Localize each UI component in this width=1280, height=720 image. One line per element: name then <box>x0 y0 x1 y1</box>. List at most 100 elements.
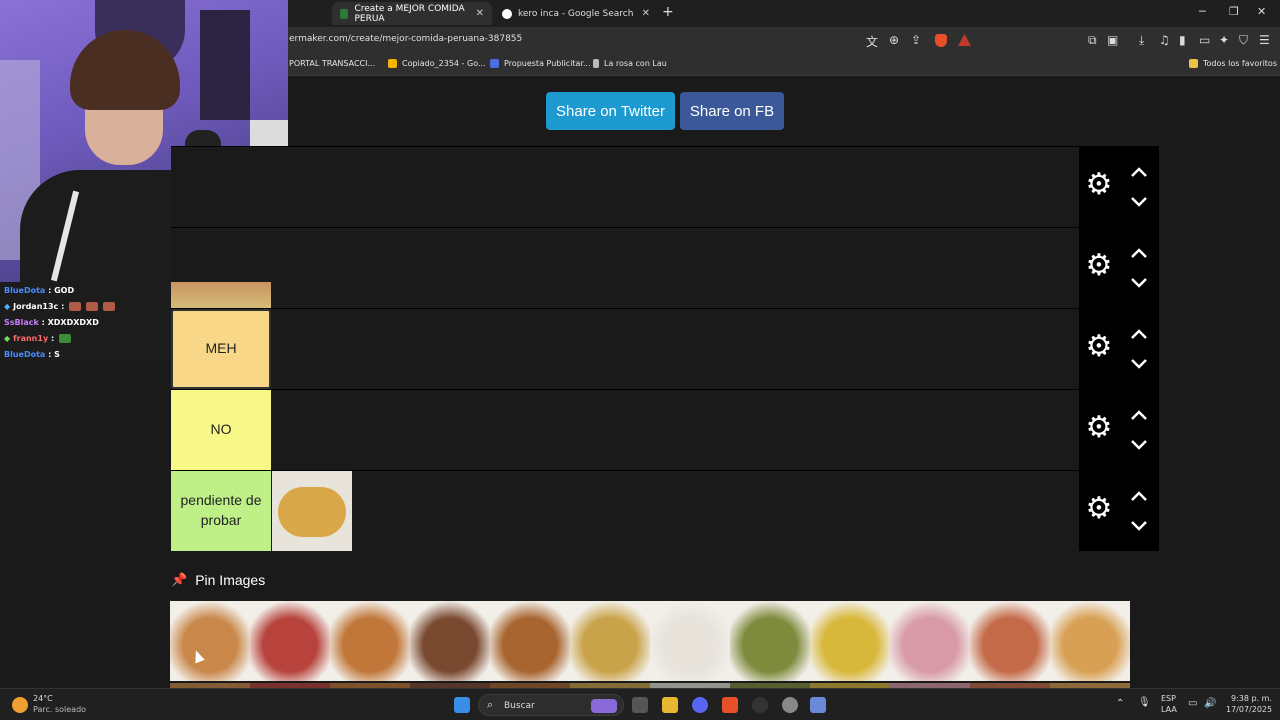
chat-message: ◆ frann1y : <box>4 334 72 343</box>
brave-taskbar-icon[interactable] <box>722 697 738 713</box>
weather-sun-icon[interactable] <box>12 697 28 713</box>
dragging-tier-ghost <box>171 282 271 308</box>
pool-food-image[interactable] <box>970 601 1050 681</box>
move-down-chevron-icon[interactable] <box>1129 276 1149 290</box>
network-icon[interactable]: ▭ <box>1188 698 1197 709</box>
tier-label[interactable]: NO <box>171 390 271 470</box>
obs-icon[interactable] <box>752 697 768 713</box>
drive-icon <box>388 59 397 68</box>
weather-temp[interactable]: 24°C <box>33 694 53 703</box>
tier-label[interactable] <box>171 147 271 227</box>
weather-desc[interactable]: Parc. soleado <box>33 705 86 714</box>
tiermaker-favicon-icon <box>340 8 349 19</box>
move-up-chevron-icon[interactable] <box>1129 246 1149 260</box>
tab-google[interactable]: kero inca - Google Search ✕ <box>494 2 658 25</box>
pool-food-image[interactable] <box>330 601 410 681</box>
pool-food-image[interactable] <box>890 601 970 681</box>
file-explorer-icon[interactable] <box>662 697 678 713</box>
pool-food-image[interactable] <box>490 601 570 681</box>
pool-food-image[interactable] <box>650 601 730 681</box>
close-window-icon[interactable]: ✕ <box>1257 5 1266 18</box>
brave-shields-icon[interactable] <box>935 34 947 47</box>
move-up-chevron-icon[interactable] <box>1129 165 1149 179</box>
task-view-icon[interactable] <box>632 697 648 713</box>
tab-title: kero inca - Google Search <box>518 8 634 19</box>
windows-start-icon[interactable] <box>454 697 470 713</box>
music-icon[interactable]: ♫ <box>1159 33 1170 47</box>
all-bookmarks[interactable]: Todos los favoritos <box>1189 59 1277 68</box>
pool-food-image[interactable] <box>170 601 250 681</box>
pool-food-image[interactable] <box>730 601 810 681</box>
minimize-icon[interactable]: ─ <box>1199 5 1206 18</box>
emote-icon <box>69 302 82 311</box>
emote-icon <box>86 302 99 311</box>
vpn-icon[interactable]: ⛉ <box>1239 33 1248 48</box>
taskbar-search[interactable]: ⌕ Buscar <box>478 694 624 716</box>
tray-chevron-icon[interactable]: ⌃ <box>1116 698 1124 709</box>
pool-food-image[interactable] <box>810 601 890 681</box>
close-tab-icon[interactable]: ✕ <box>642 8 650 19</box>
tier-row-no: NO ⚙ <box>171 389 1159 470</box>
bookmark-item[interactable]: PORTAL TRANSACCI... <box>289 59 375 68</box>
download-icon[interactable]: ⤓ <box>1139 33 1144 48</box>
move-down-chevron-icon[interactable] <box>1129 519 1149 533</box>
sidebar-icon[interactable]: ▮ <box>1179 33 1186 47</box>
tab-active[interactable]: Create a MEJOR COMIDA PERUA ✕ <box>332 2 492 25</box>
clock-time[interactable]: 9:38 p. m. <box>1231 694 1272 703</box>
brave-rewards-icon[interactable] <box>958 34 971 46</box>
move-down-chevron-icon[interactable] <box>1129 438 1149 452</box>
pin-images-heading: 📌 Pin Images <box>171 572 266 588</box>
tier-settings-gear-icon[interactable]: ⚙ <box>1085 413 1113 443</box>
screenshot-icon[interactable]: ▣ <box>1107 33 1118 47</box>
pool-food-image[interactable] <box>410 601 490 681</box>
tier-controls: ⚙ <box>1079 471 1159 551</box>
clock-date[interactable]: 17/07/2025 <box>1226 705 1272 714</box>
zoom-icon[interactable]: ⊕ <box>889 33 899 47</box>
tier-settings-gear-icon[interactable]: ⚙ <box>1085 494 1113 524</box>
app-icon[interactable] <box>782 697 798 713</box>
translate-icon[interactable]: 文 <box>866 33 878 50</box>
tier-controls: ⚙ <box>1079 309 1159 389</box>
chat-message: SsBlack : XDXDXDXD <box>4 318 99 327</box>
emote-icon <box>59 334 72 343</box>
tier-settings-gear-icon[interactable]: ⚙ <box>1085 332 1113 362</box>
tier-label[interactable]: pendiente de probar <box>171 471 271 551</box>
leo-ai-icon[interactable]: ✦ <box>1219 33 1229 47</box>
tier-label[interactable]: MEH <box>171 309 271 389</box>
menu-icon[interactable]: ☰ <box>1259 33 1270 47</box>
chat-message: ◆ Jordan13c : <box>4 302 116 311</box>
bookmark-item[interactable]: La rosa con Lau <box>593 59 667 68</box>
maximize-icon[interactable]: ❐ <box>1229 5 1239 18</box>
language-layout[interactable]: LAA <box>1161 705 1177 714</box>
bookmark-item[interactable]: Propuesta Publicitar... <box>490 59 591 68</box>
microphone-icon[interactable]: 🎙 <box>1138 697 1151 708</box>
tier-settings-gear-icon[interactable]: ⚙ <box>1085 251 1113 281</box>
pool-food-image[interactable] <box>570 601 650 681</box>
new-tab-icon[interactable]: + <box>662 4 674 20</box>
share-twitter-button[interactable]: Share on Twitter <box>546 92 675 130</box>
folder-icon <box>1189 59 1198 68</box>
discord-icon[interactable] <box>692 697 708 713</box>
snipping-tool-icon[interactable] <box>810 697 826 713</box>
tier-item-image[interactable] <box>272 471 352 551</box>
extensions-icon[interactable]: ⧉ <box>1088 33 1097 48</box>
move-up-chevron-icon[interactable] <box>1129 489 1149 503</box>
language-code[interactable]: ESP <box>1161 694 1176 703</box>
move-down-chevron-icon[interactable] <box>1129 195 1149 209</box>
share-fb-button[interactable]: Share on FB <box>680 92 784 130</box>
volume-icon[interactable]: 🔊 <box>1204 698 1216 709</box>
url-text[interactable]: ermaker.com/create/mejor-comida-peruana-… <box>289 34 522 44</box>
bookmark-item[interactable]: Copiado_2354 - Go... <box>388 59 486 68</box>
pool-food-image[interactable] <box>250 601 330 681</box>
tier-row: ⚙ <box>171 146 1159 227</box>
search-highlight-icon <box>591 699 617 713</box>
move-up-chevron-icon[interactable] <box>1129 327 1149 341</box>
tier-settings-gear-icon[interactable]: ⚙ <box>1085 170 1113 200</box>
emote-icon <box>103 302 116 311</box>
wallet-icon[interactable]: ▭ <box>1199 33 1210 47</box>
move-down-chevron-icon[interactable] <box>1129 357 1149 371</box>
move-up-chevron-icon[interactable] <box>1129 408 1149 422</box>
share-icon[interactable]: ⇪ <box>911 33 921 47</box>
pool-food-image[interactable] <box>1050 601 1130 681</box>
close-tab-icon[interactable]: ✕ <box>476 8 484 19</box>
